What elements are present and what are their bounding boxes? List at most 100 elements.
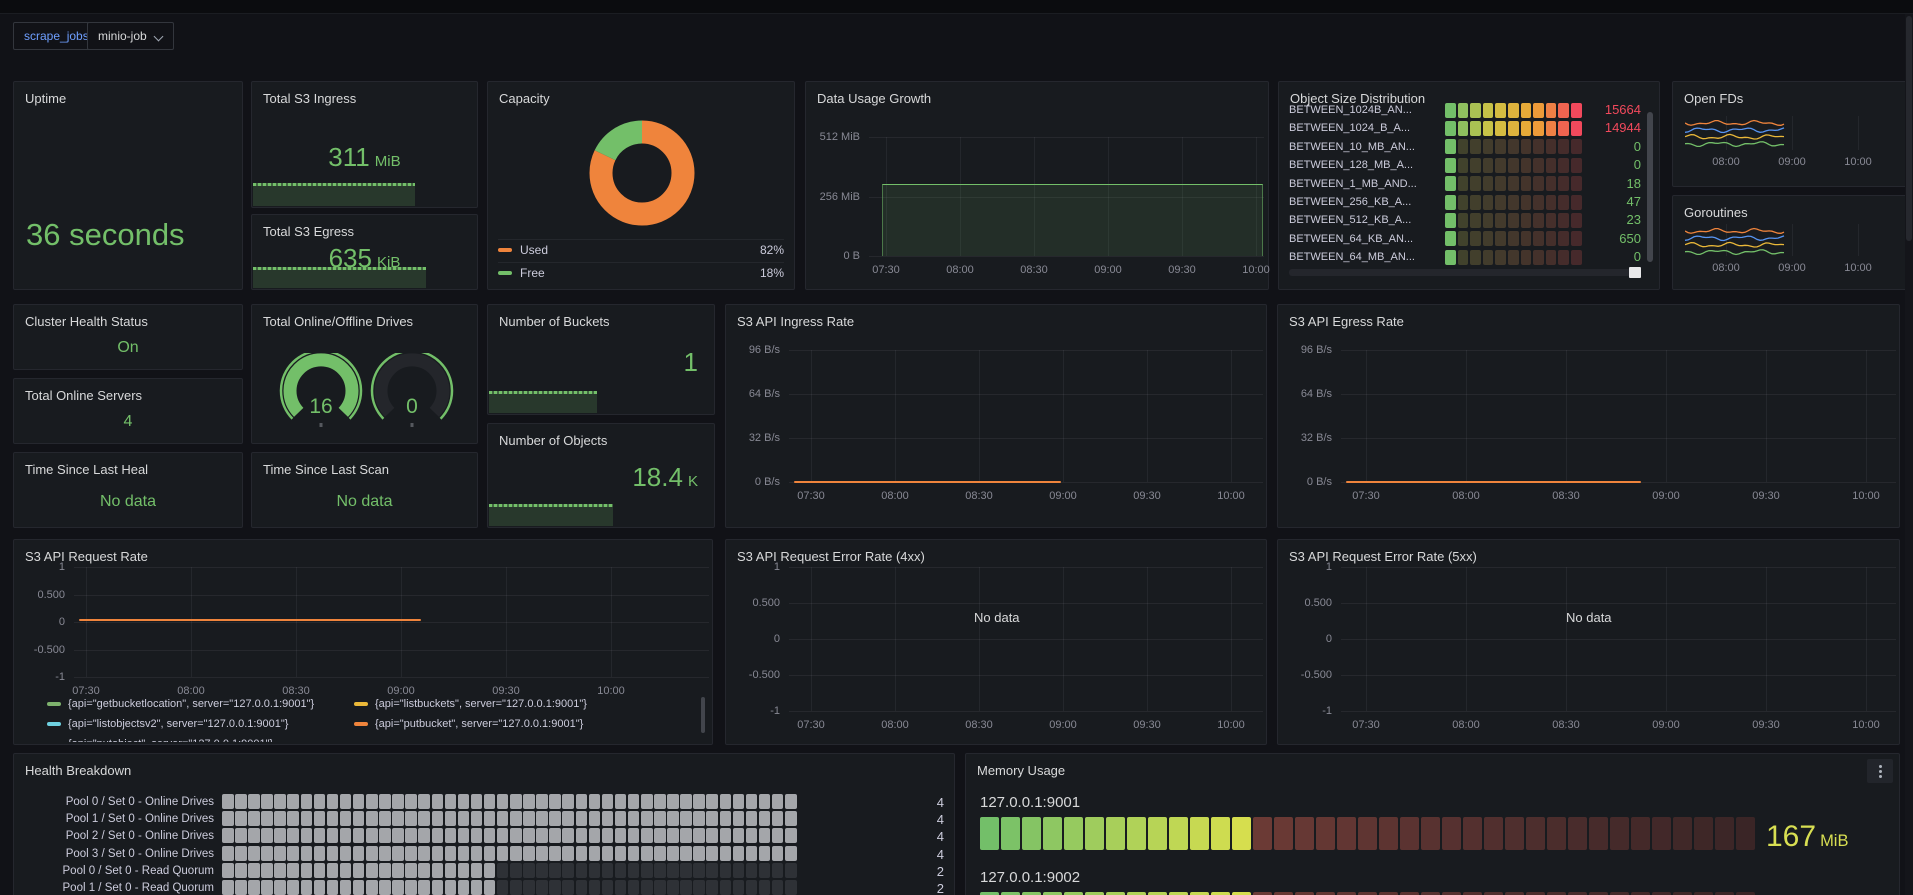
led-cell [602,811,614,826]
variable-job-value: minio-job [98,29,147,43]
led-cell [785,846,797,861]
y-axis-tick-label: 256 MiB [806,191,860,203]
led-cell [510,794,522,809]
led-cell [274,794,286,809]
grid-line [789,567,1263,568]
led-cell [562,811,574,826]
object-size-row-value: 0 [1579,157,1641,172]
led-cell [602,794,614,809]
panel-title: Capacity [499,91,550,106]
led-cell [1546,121,1557,136]
led-cell [654,794,666,809]
legend-series-swatch [47,722,61,726]
led-cell [445,794,457,809]
led-cell [301,863,313,878]
panel-cluster-health: Cluster Health Status On [13,304,243,370]
page-scrollbar[interactable] [1905,14,1913,895]
led-cell [654,880,666,895]
led-cell [484,794,496,809]
led-cell [1458,176,1469,191]
panel-title: Total Online Servers [25,388,142,403]
object-size-row-value: 0 [1579,249,1641,264]
led-cell [536,811,548,826]
led-cell [379,794,391,809]
legend-item[interactable]: {api="listobjectsv2", server="127.0.0.1:… [47,718,288,730]
legend-item-used[interactable]: Used 82% [498,239,784,260]
led-cell [1211,892,1230,895]
led-cell [1106,817,1125,850]
led-cell [1274,892,1293,895]
led-cell [1558,139,1569,154]
sparkline-series [1685,118,1785,152]
panel-time-since-last-scan: Time Since Last Scan No data [251,452,478,528]
vertical-scrollbar[interactable] [1647,112,1653,262]
page-scrollbar-thumb[interactable] [1906,16,1912,241]
led-cell [1190,817,1209,850]
legend-item[interactable]: {api="listbuckets", server="127.0.0.1:90… [354,698,587,710]
led-cell [1400,892,1419,895]
svg-text:0: 0 [406,395,418,418]
grid-line [1063,350,1064,482]
panel-number-of-buckets: Number of Buckets 1 [487,304,715,415]
grid-line [1566,567,1567,711]
led-cell [562,880,574,895]
x-axis-tick-label: 09:00 [1644,490,1688,502]
led-cell [340,811,352,826]
led-cell [720,811,732,826]
led-cell [693,880,705,895]
led-cell [510,880,522,895]
led-cell [418,880,430,895]
led-cell [445,811,457,826]
led-cell [1533,231,1544,246]
legend-item[interactable]: {api="putbucket", server="127.0.0.1:9001… [354,718,583,730]
grid-line [1858,116,1859,150]
led-cell [576,846,588,861]
legend-item-free[interactable]: Free 18% [498,262,784,283]
panel-goroutines: Goroutines 08:0009:0010:00 [1672,195,1907,290]
led-cell [680,846,692,861]
led-cell [314,794,326,809]
variable-select-job[interactable]: minio-job [87,22,174,50]
memory-row-value: 167MiB [1766,820,1848,854]
led-cell [1546,139,1557,154]
led-cell [1358,892,1377,895]
panel-total-s3-egress: Total S3 Egress 635KiB [251,214,478,290]
led-cell [1694,892,1713,895]
legend-item[interactable]: {api="putobject", server="127.0.0.1:9001… [47,738,273,742]
legend-scrollbar[interactable] [701,697,705,733]
legend-item[interactable]: {api="getbucketlocation", server="127.0.… [47,698,314,710]
free-percent: 18% [760,266,784,280]
led-cell [314,863,326,878]
grid-line [979,350,980,482]
health-row-label: Pool 0 / Set 0 - Online Drives [24,796,214,808]
panel-title: Time Since Last Scan [263,462,389,477]
led-cell [510,811,522,826]
led-cell [1190,892,1209,895]
led-cell [458,811,470,826]
led-cell [287,863,299,878]
led-cell [641,880,653,895]
health-row-value: 4 [894,847,944,862]
x-axis-tick-label: 08:00 [1704,156,1748,168]
grid-line [789,350,1263,351]
led-cell [248,811,260,826]
grid-line [611,567,612,677]
health-led-bar [222,863,797,878]
online-drives-gauge: 16 [276,353,366,436]
led-cell [1445,195,1456,210]
led-cell [733,811,745,826]
horizontal-scrollbar-thumb[interactable] [1629,267,1641,278]
led-cell [589,880,601,895]
object-size-row-value: 23 [1579,212,1641,227]
led-cell [327,811,339,826]
horizontal-scrollbar[interactable] [1289,269,1639,276]
led-cell [484,846,496,861]
legend-series-label: {api="putbucket", server="127.0.0.1:9001… [375,718,583,730]
grid-line [1231,350,1232,482]
led-cell [772,863,784,878]
panel-capacity: Capacity Used 82% Free 18% [487,81,795,290]
led-cell [1547,817,1566,850]
led-cell [980,817,999,850]
led-cell [314,828,326,843]
value-number: 167 [1766,820,1816,853]
